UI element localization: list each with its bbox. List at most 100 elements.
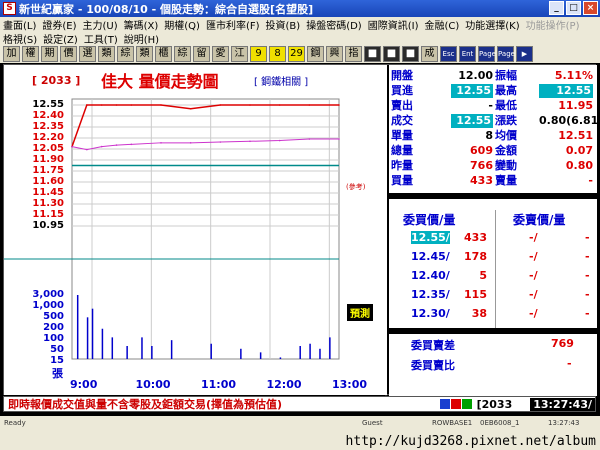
toolbar-button[interactable]: 指 (345, 46, 362, 62)
price-tick-label: 11.15 (32, 209, 64, 220)
avg-point (115, 144, 118, 146)
avg-point (86, 148, 88, 151)
toolbar-button[interactable]: 9 (250, 46, 267, 62)
volume-tick-label: 200 (43, 322, 64, 333)
toolbar-button[interactable]: 29 (288, 46, 305, 62)
price-volume-chart[interactable]: (參考) 預測 張 12.55 12.40 12.35 12.20 12.05 11.90… (4, 91, 387, 395)
menu-item[interactable]: 投資(B) (266, 17, 301, 32)
quote-value: 5.11% (554, 69, 593, 82)
status-time: 13:27:43/ (530, 397, 595, 411)
price-tick-label: 11.60 (32, 176, 64, 187)
quote-label: 成交 (391, 114, 413, 127)
menu-item[interactable]: 工具(T) (84, 31, 118, 46)
quote-divider (389, 193, 597, 199)
toolbar-button[interactable]: 成 (421, 46, 438, 62)
toolbar-button[interactable]: 鋼 (307, 46, 324, 62)
toolbar-button[interactable]: 價 (60, 46, 77, 62)
ask-price: -/ (529, 269, 538, 282)
toolbar-button[interactable]: ■ (383, 46, 400, 62)
price-tick-label: 11.45 (32, 187, 64, 198)
toolbar-button[interactable]: 類 (136, 46, 153, 62)
menu-item[interactable]: 功能操作(P) (526, 17, 580, 32)
toolbar-button[interactable]: 類 (98, 46, 115, 62)
toolbar-button[interactable]: 期 (41, 46, 58, 62)
system-bar: Ready Guest ROWBASE1 0EB6008_1 13:27:43 … (0, 416, 600, 450)
menu-item[interactable]: 證券(E) (42, 17, 76, 32)
menu-item[interactable]: 金融(C) (424, 17, 459, 32)
toolbar-button[interactable]: 江 (231, 46, 248, 62)
menu-row-1: 畫面(L) 證券(E) 主力(U) 籌碼(X) 期權(Q) 匯市利率(F) 投資(B) 操盤密… (0, 17, 600, 32)
avg-point (100, 145, 103, 148)
volume-bar (91, 308, 94, 359)
ratio-value: - (567, 357, 572, 370)
status-bar: 即時報價成交值與量不含零股及鉅額交易(擇值為預估值) [2033 13:27:4… (3, 396, 596, 412)
toolbar-button[interactable]: Page (478, 46, 496, 62)
quote-label: 金額 (495, 144, 517, 157)
price-point (86, 104, 88, 106)
toolbar-button[interactable]: 選 (79, 46, 96, 62)
menu-item[interactable]: 格視(S) (3, 31, 37, 46)
menu-item[interactable]: 期權(Q) (164, 17, 200, 32)
quote-value: 766 (470, 159, 493, 172)
toolbar-button[interactable]: 綜 (117, 46, 134, 62)
volume-tick-label: 50 (50, 344, 64, 355)
close-button[interactable]: × (583, 1, 598, 15)
volume-bar (76, 295, 79, 359)
minimize-button[interactable]: _ (549, 1, 564, 15)
quote-value: 12.00 (458, 69, 493, 82)
toolbar-button[interactable]: 權 (22, 46, 39, 62)
bid-qty: 115 (464, 288, 487, 301)
toolbar-button[interactable]: ■ (364, 46, 381, 62)
bid-qty: 433 (464, 231, 487, 244)
price-point (308, 104, 311, 106)
bid-qty: 178 (464, 250, 487, 263)
volume-bar (329, 337, 331, 359)
toolbar-button[interactable]: Ent (459, 46, 476, 62)
sys-user: Guest (362, 419, 383, 427)
menu-item[interactable]: 國際資訊(I) (368, 17, 419, 32)
menu-item[interactable]: 匯市利率(F) (206, 17, 260, 32)
price-point (249, 104, 251, 106)
price-point (160, 104, 162, 106)
menu-item[interactable]: 畫面(L) (3, 17, 36, 32)
spread-label: 委買賣差 (411, 339, 455, 352)
toolbar-button[interactable]: 綜 (174, 46, 191, 62)
menu-item[interactable]: 籌碼(X) (124, 17, 159, 32)
price-tick-label: 10.95 (32, 220, 64, 231)
window-controls: _ □ × (549, 1, 598, 15)
volume-bar (111, 337, 114, 359)
toolbar-button[interactable]: ▶ (516, 46, 533, 62)
menu-item[interactable]: 功能選擇(K) (465, 17, 519, 32)
quote-label: 最高 (495, 84, 517, 97)
toolbar-button[interactable]: 留 (193, 46, 210, 62)
time-tick-label: 13:00 (332, 378, 368, 391)
maximize-button[interactable]: □ (566, 1, 581, 15)
toolbar-button[interactable]: 愛 (212, 46, 229, 62)
menu-item[interactable]: 設定(Z) (43, 31, 78, 46)
sys-host: ROWBASE1 (432, 419, 473, 427)
menu-item[interactable]: 說明(H) (124, 31, 159, 46)
avg-point (71, 145, 73, 148)
price-tick-label: 11.30 (32, 198, 64, 209)
toolbar-button[interactable]: Page (497, 46, 515, 62)
menu-item[interactable]: 主力(U) (83, 17, 118, 32)
volume-tick-label: 100 (43, 333, 64, 344)
quote-value: 433 (470, 174, 493, 187)
quote-label: 最低 (495, 99, 517, 112)
forecast-button[interactable]: 預測 (347, 304, 373, 321)
toolbar-button[interactable]: 8 (269, 46, 286, 62)
toolbar-button[interactable]: ■ (402, 46, 419, 62)
bid-price: 12.55/ (411, 231, 450, 244)
sys-ready: Ready (4, 419, 26, 427)
volume-tick-label: 500 (43, 311, 64, 322)
toolbar-button[interactable]: Esc (440, 46, 457, 62)
toolbar-button[interactable]: 興 (326, 46, 343, 62)
toolbar-button[interactable]: 櫃 (155, 46, 172, 62)
time-tick-label: 11:00 (201, 378, 237, 391)
time-tick-label: 12:00 (266, 378, 302, 391)
quote-value: 12.55 (451, 84, 493, 98)
toolbar-button[interactable]: 加 (3, 46, 20, 62)
quote-label: 變動 (495, 159, 517, 172)
menu-item[interactable]: 操盤密碼(D) (306, 17, 362, 32)
sector-link[interactable]: [ 鋼鐵相關 ] (254, 73, 308, 88)
